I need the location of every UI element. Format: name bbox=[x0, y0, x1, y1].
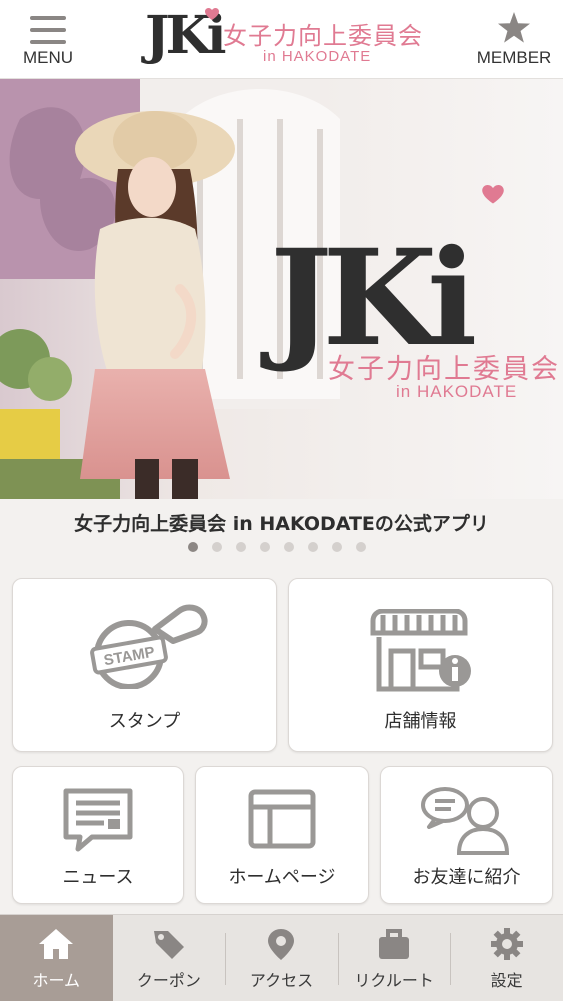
menu-button[interactable]: MENU bbox=[10, 0, 86, 78]
member-label: MEMBER bbox=[476, 48, 552, 67]
member-button[interactable]: MEMBER bbox=[471, 0, 557, 78]
tab-recruit[interactable]: リクルート bbox=[337, 915, 451, 1001]
hero-logo-subtitle: in HAKODATE bbox=[396, 382, 518, 401]
invite-friend-icon bbox=[421, 787, 510, 855]
coupon-tag-icon bbox=[153, 931, 184, 959]
webpage-icon bbox=[248, 789, 316, 849]
briefcase-icon bbox=[379, 929, 410, 959]
news-icon bbox=[63, 788, 133, 852]
tab-settings[interactable]: 設定 bbox=[450, 915, 563, 1001]
carousel-dot[interactable] bbox=[356, 542, 366, 552]
logo-title: 女子力向上委員会 bbox=[223, 22, 423, 50]
hero-caption: 女子力向上委員会 in HAKODATEの公式アプリ bbox=[74, 513, 489, 535]
carousel-dot[interactable] bbox=[284, 542, 294, 552]
hero-banner[interactable]: JKi 女子力向上委員会 in HAKODATE bbox=[0, 79, 563, 499]
tab-access-label: アクセス bbox=[249, 971, 314, 990]
heart-icon bbox=[205, 8, 219, 20]
carousel-dot[interactable] bbox=[308, 542, 318, 552]
gear-icon bbox=[490, 928, 523, 960]
logo-subtitle: in HAKODATE bbox=[263, 48, 372, 65]
home-icon bbox=[39, 929, 74, 959]
tab-home-label: ホーム bbox=[32, 971, 81, 990]
shop-info-icon bbox=[370, 609, 471, 692]
homepage-tile-label: ホームページ bbox=[228, 867, 336, 888]
stamp-tile[interactable]: STAMP スタンプ bbox=[12, 578, 277, 752]
map-pin-icon bbox=[268, 929, 295, 960]
news-tile-label: ニュース bbox=[62, 867, 134, 888]
homepage-tile[interactable]: ホームページ bbox=[195, 766, 369, 904]
tab-home[interactable]: ホーム bbox=[0, 915, 113, 1001]
carousel-dot[interactable] bbox=[332, 542, 342, 552]
invite-friend-tile[interactable]: お友達に紹介 bbox=[380, 766, 553, 904]
invite-friend-tile-label: お友達に紹介 bbox=[412, 867, 521, 888]
tab-recruit-label: リクルート bbox=[354, 971, 434, 990]
tab-coupon-label: クーポン bbox=[136, 971, 201, 990]
carousel-dot[interactable] bbox=[212, 542, 222, 552]
shop-info-tile-label: 店舗情報 bbox=[384, 711, 457, 732]
carousel-dot[interactable] bbox=[260, 542, 270, 552]
star-icon bbox=[498, 12, 530, 43]
shop-info-tile[interactable]: 店舗情報 bbox=[288, 578, 553, 752]
news-tile[interactable]: ニュース bbox=[12, 766, 184, 904]
app-logo: JKi 女子力向上委員会 in HAKODATE bbox=[145, 6, 425, 72]
hero-logo-title: 女子力向上委員会 bbox=[328, 354, 560, 385]
tab-coupon[interactable]: クーポン bbox=[113, 915, 226, 1001]
carousel-dot[interactable] bbox=[188, 542, 198, 552]
stamp-icon: STAMP bbox=[90, 604, 208, 689]
carousel-indicator bbox=[188, 542, 366, 552]
app-header: MENU JKi 女子力向上委員会 in HAKODATE MEMBER bbox=[0, 0, 563, 79]
bottom-tab-bar: ホーム クーポン アクセス リクルート 設定 bbox=[0, 914, 563, 1001]
tab-settings-label: 設定 bbox=[490, 971, 523, 990]
heart-icon bbox=[482, 185, 504, 204]
tab-access[interactable]: アクセス bbox=[225, 915, 338, 1001]
stamp-tile-label: スタンプ bbox=[108, 711, 181, 732]
hamburger-icon bbox=[30, 16, 66, 44]
menu-label: MENU bbox=[22, 48, 74, 67]
carousel-dot[interactable] bbox=[236, 542, 246, 552]
